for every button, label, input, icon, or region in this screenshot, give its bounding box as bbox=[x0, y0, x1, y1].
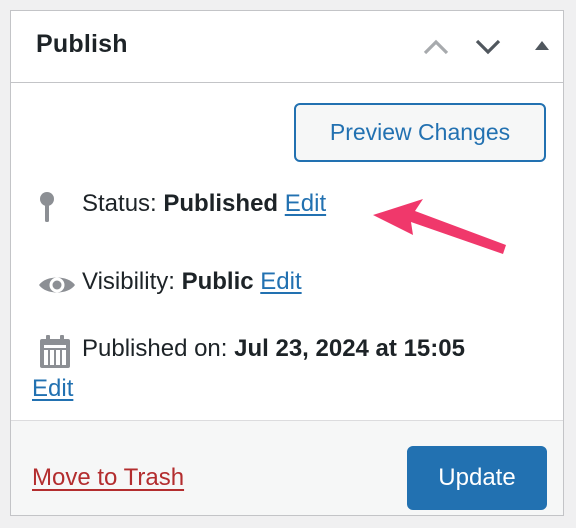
status-text: Status: Published Edit bbox=[82, 190, 326, 218]
chevron-down-icon bbox=[475, 39, 501, 55]
eye-icon bbox=[39, 277, 75, 293]
edit-status-link[interactable]: Edit bbox=[285, 190, 326, 217]
visibility-label: Visibility: bbox=[82, 268, 175, 295]
visibility-value: Public bbox=[181, 268, 254, 295]
move-up-button[interactable] bbox=[420, 31, 452, 63]
edit-visibility-link[interactable]: Edit bbox=[260, 268, 301, 295]
major-publishing-actions: Move to Trash Update bbox=[11, 420, 563, 515]
calendar-icon bbox=[40, 335, 70, 368]
visibility-text: Visibility: Public Edit bbox=[82, 268, 302, 296]
panel-title: Publish bbox=[36, 30, 128, 58]
toggle-panel-button[interactable] bbox=[526, 31, 558, 63]
move-down-button[interactable] bbox=[472, 31, 504, 63]
publish-panel: Publish Preview Changes Status: Publishe… bbox=[10, 10, 564, 516]
triangle-up-icon bbox=[535, 41, 549, 50]
edit-date-link[interactable]: Edit bbox=[32, 375, 73, 402]
chevron-up-icon bbox=[423, 39, 449, 55]
update-button[interactable]: Update bbox=[407, 446, 547, 510]
published-on-value: Jul 23, 2024 at 15:05 bbox=[234, 335, 465, 362]
published-on-label: Published on: bbox=[82, 335, 228, 362]
status-label: Status: bbox=[82, 190, 157, 217]
move-to-trash-link[interactable]: Move to Trash bbox=[32, 464, 184, 492]
visibility-row: Visibility: Public Edit bbox=[31, 268, 553, 302]
arrow-pointer-icon bbox=[373, 199, 506, 254]
preview-changes-button[interactable]: Preview Changes bbox=[294, 103, 546, 162]
panel-header: Publish bbox=[11, 11, 563, 83]
status-value: Published bbox=[163, 190, 279, 217]
pin-icon bbox=[40, 192, 54, 222]
published-on-edit-row: Edit bbox=[32, 375, 553, 409]
published-on-row: Published on: Jul 23, 2024 at 15:05 bbox=[31, 335, 553, 369]
published-on-text: Published on: Jul 23, 2024 at 15:05 bbox=[82, 335, 465, 363]
